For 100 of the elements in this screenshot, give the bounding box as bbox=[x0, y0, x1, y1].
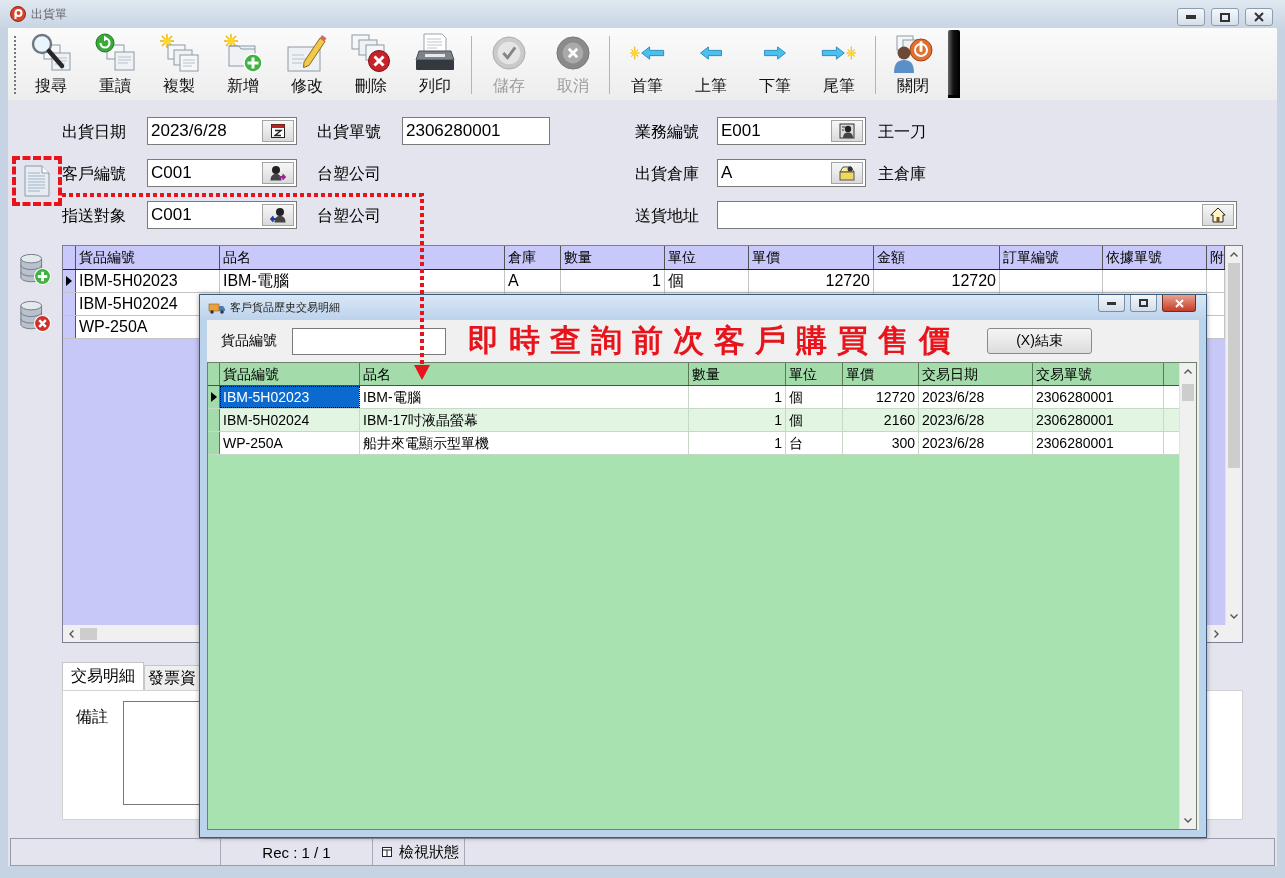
tab[interactable]: 交易明細 bbox=[62, 662, 144, 690]
column-header: 訂單編號 bbox=[1000, 246, 1103, 269]
name-text: 台塑公司 bbox=[317, 164, 382, 184]
close-button[interactable] bbox=[1162, 295, 1196, 312]
table-cell: IBM-17吋液晶螢幕 bbox=[360, 409, 689, 431]
column-header: 數量 bbox=[561, 246, 665, 269]
arrow-person-icon bbox=[270, 207, 286, 223]
table-icon bbox=[382, 847, 392, 857]
table-cell: 2160 bbox=[843, 409, 919, 431]
chevron-down-icon bbox=[1184, 818, 1192, 823]
toolbar-button[interactable]: 列印 bbox=[403, 28, 467, 100]
table-cell: 2023/6/28 bbox=[919, 409, 1033, 431]
left-arrow-icon bbox=[699, 46, 723, 60]
check-circle-icon bbox=[492, 36, 526, 70]
maximize-button[interactable] bbox=[1130, 295, 1157, 312]
input-field[interactable]: C001 bbox=[147, 159, 297, 187]
banner-text: 即時查詢前次客戶購買售價 bbox=[468, 321, 960, 360]
close-button[interactable] bbox=[1245, 8, 1273, 26]
home-icon bbox=[1210, 207, 1226, 223]
toolbar-button[interactable]: 尾筆 bbox=[807, 28, 871, 100]
field-label: 出貨倉庫 bbox=[635, 164, 700, 184]
input-field[interactable]: 2306280001 bbox=[402, 117, 550, 145]
toolbar-button[interactable]: 關閉 bbox=[881, 28, 945, 100]
field-label: 業務編號 bbox=[635, 122, 700, 142]
minimize-button[interactable] bbox=[1177, 8, 1205, 26]
chevron-up-icon bbox=[1184, 369, 1192, 374]
field-label: 指送對象 bbox=[62, 206, 127, 226]
vertical-scrollbar[interactable] bbox=[1179, 363, 1196, 829]
person-power-icon bbox=[893, 33, 933, 73]
toolbar-button[interactable]: 刪除 bbox=[339, 28, 403, 100]
column-header: 依據單號 bbox=[1103, 246, 1207, 269]
status-text: 檢視狀態 bbox=[399, 842, 459, 862]
field-label: 出貨單號 bbox=[317, 122, 382, 142]
table-cell: 300 bbox=[843, 432, 919, 454]
input-field[interactable] bbox=[292, 327, 446, 355]
input-field[interactable]: 2023/6/28 bbox=[147, 117, 297, 145]
table-cell: IBM-5H02023 bbox=[76, 270, 220, 292]
table-cell: IBM-5H02024 bbox=[220, 409, 360, 431]
toolbar-button[interactable]: 修改 bbox=[275, 28, 339, 100]
input-field[interactable]: A bbox=[717, 159, 866, 187]
field-label: 客戶編號 bbox=[62, 164, 127, 184]
vertical-scrollbar[interactable] bbox=[1225, 246, 1242, 625]
input-field[interactable] bbox=[717, 201, 1237, 229]
table-cell: 2306280001 bbox=[1033, 432, 1164, 454]
lookup-button[interactable] bbox=[831, 162, 863, 184]
row-selector[interactable] bbox=[208, 386, 220, 408]
table-cell: 個 bbox=[786, 386, 843, 408]
toolbar-button[interactable]: 複製 bbox=[147, 28, 211, 100]
row-selector[interactable] bbox=[63, 270, 76, 292]
right-arrow-sparkle-icon bbox=[821, 46, 857, 60]
column-header: 單位 bbox=[786, 363, 843, 385]
scroll-thumb[interactable] bbox=[80, 627, 97, 640]
chevron-left-icon[interactable] bbox=[69, 629, 74, 638]
table-cell: 2306280001 bbox=[1033, 409, 1164, 431]
toolbar-button[interactable]: 新增 bbox=[211, 28, 275, 100]
minimize-button[interactable] bbox=[1098, 295, 1125, 312]
lookup-button[interactable] bbox=[831, 120, 863, 142]
dialog-title: 客戶貨品歷史交易明細 bbox=[230, 300, 340, 315]
grip-icon[interactable] bbox=[948, 30, 960, 98]
lookup-button[interactable] bbox=[1202, 204, 1234, 226]
table-cell: 個 bbox=[786, 409, 843, 431]
column-header: 倉庫 bbox=[505, 246, 561, 269]
toolbar-button[interactable]: 搜尋 bbox=[19, 28, 83, 100]
database-plus-icon[interactable] bbox=[19, 253, 51, 285]
table-cell: 船井來電顯示型單機 bbox=[360, 432, 689, 454]
scroll-thumb[interactable] bbox=[1228, 263, 1240, 468]
table-cell: 1 bbox=[561, 270, 665, 292]
field-label: 貨品編號 bbox=[221, 332, 278, 350]
lookup-button[interactable] bbox=[262, 162, 294, 184]
lookup-button[interactable] bbox=[262, 204, 294, 226]
database-cross-icon[interactable] bbox=[19, 300, 51, 332]
lookup-button[interactable] bbox=[262, 120, 294, 142]
minimize-icon bbox=[1107, 301, 1116, 305]
printer-icon bbox=[415, 33, 455, 73]
close-icon bbox=[1254, 12, 1264, 22]
chevron-right-icon[interactable] bbox=[1214, 629, 1219, 638]
toolbar-button[interactable]: 重讀 bbox=[83, 28, 147, 100]
toolbar-button[interactable]: 首筆 bbox=[615, 28, 679, 100]
table-cell: 12720 bbox=[843, 386, 919, 408]
table-cell: IBM-電腦 bbox=[220, 270, 505, 292]
table-cell: 1 bbox=[689, 432, 786, 454]
toolbar-button[interactable]: 上筆 bbox=[679, 28, 743, 100]
pencil-icon bbox=[287, 33, 327, 73]
toolbar-button[interactable]: 下筆 bbox=[743, 28, 807, 100]
table-cell: 個 bbox=[665, 270, 749, 292]
table-cell: 12720 bbox=[874, 270, 1000, 292]
column-header: 貨品編號 bbox=[76, 246, 220, 269]
maximize-button[interactable] bbox=[1211, 8, 1239, 26]
person-card-icon bbox=[839, 123, 855, 139]
input-field[interactable]: C001 bbox=[147, 201, 297, 229]
table-cell: WP-250A bbox=[220, 432, 360, 454]
row-pointer-icon bbox=[66, 276, 72, 286]
tab[interactable]: 發票資 bbox=[144, 665, 200, 690]
sparkle-left-arrow-icon bbox=[629, 46, 665, 60]
scroll-thumb[interactable] bbox=[1182, 384, 1194, 401]
name-text: 主倉庫 bbox=[877, 164, 927, 184]
chevron-up-icon bbox=[1230, 252, 1238, 257]
end-button[interactable]: (X)結束 bbox=[987, 328, 1092, 354]
input-field[interactable]: E001 bbox=[717, 117, 866, 145]
cross-circle-icon bbox=[556, 36, 590, 70]
